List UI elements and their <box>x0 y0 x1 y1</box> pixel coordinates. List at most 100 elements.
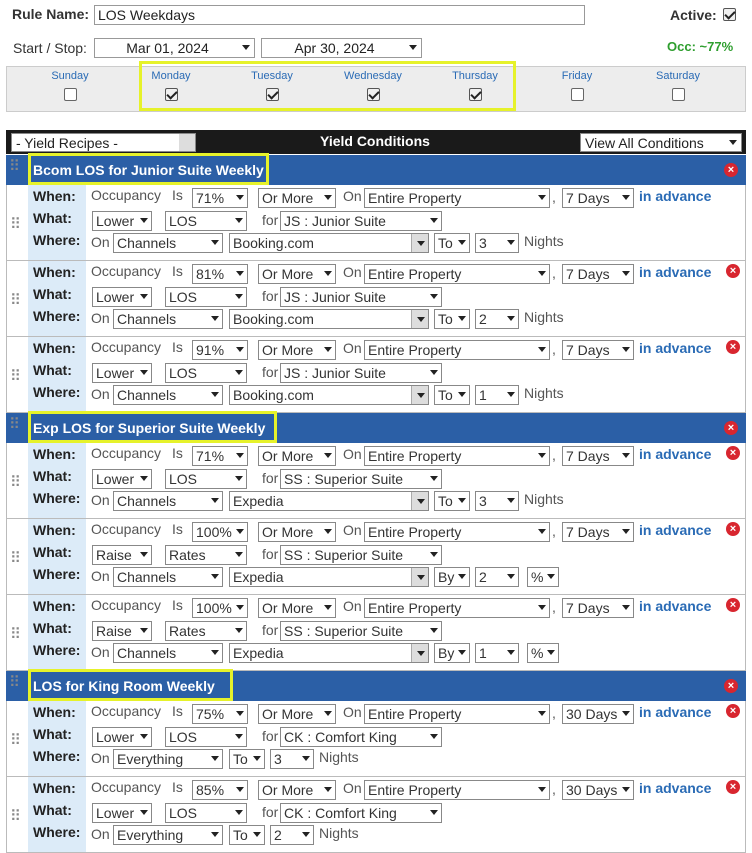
delete-rule-icon[interactable]: × <box>726 522 740 536</box>
scope-select[interactable]: Entire Property <box>364 446 550 466</box>
action-select[interactable]: Raise <box>92 621 152 641</box>
day-checkbox-sunday[interactable] <box>63 88 77 101</box>
day-checkbox-monday[interactable] <box>164 88 178 101</box>
drag-handle-icon[interactable] <box>10 808 22 822</box>
target-select[interactable]: Rates <box>165 545 247 565</box>
mode-select[interactable]: To <box>434 233 470 253</box>
action-select[interactable]: Lower <box>92 803 152 823</box>
channel-select[interactable]: Expedia <box>229 643 429 663</box>
comparison-select[interactable]: Or More <box>258 598 336 618</box>
day-checkbox-saturday[interactable] <box>671 88 685 101</box>
drag-handle-icon[interactable] <box>10 216 22 230</box>
day-checkbox-tuesday[interactable] <box>265 88 279 101</box>
target-select[interactable]: LOS <box>165 363 247 383</box>
scope-select[interactable]: Entire Property <box>364 522 550 542</box>
target-select[interactable]: LOS <box>165 287 247 307</box>
scope-select[interactable]: Entire Property <box>364 340 550 360</box>
delete-rule-icon[interactable]: × <box>726 598 740 612</box>
channel-select[interactable]: Expedia <box>229 567 429 587</box>
channel-select[interactable]: Booking.com <box>229 309 429 329</box>
target-select[interactable]: Rates <box>165 621 247 641</box>
action-select[interactable]: Lower <box>92 727 152 747</box>
amount-select[interactable]: 1 <box>475 385 519 405</box>
amount-select[interactable]: 3 <box>475 233 519 253</box>
target-select[interactable]: LOS <box>165 211 247 231</box>
mode-select[interactable]: To <box>434 491 470 511</box>
where-type-select[interactable]: Everything <box>113 749 223 769</box>
view-conditions-select[interactable]: View All Conditions <box>580 133 742 152</box>
occupancy-select[interactable]: 75% <box>192 704 248 724</box>
mode-select[interactable]: To <box>229 749 265 769</box>
active-checkbox[interactable] <box>723 8 736 21</box>
drag-handle-icon[interactable] <box>10 292 22 306</box>
occupancy-select[interactable]: 100% <box>192 522 248 542</box>
mode-select[interactable]: To <box>434 309 470 329</box>
amount-select[interactable]: 2 <box>270 825 314 845</box>
mode-select[interactable]: By <box>434 567 470 587</box>
occupancy-select[interactable]: 91% <box>192 340 248 360</box>
target-select[interactable]: LOS <box>165 469 247 489</box>
advance-days-select[interactable]: 7 Days <box>562 188 634 208</box>
room-select[interactable]: SS : Superior Suite <box>280 545 442 565</box>
advance-days-select[interactable]: 7 Days <box>562 340 634 360</box>
scope-select[interactable]: Entire Property <box>364 780 550 800</box>
room-select[interactable]: JS : Junior Suite <box>280 287 442 307</box>
scope-select[interactable]: Entire Property <box>364 598 550 618</box>
day-checkbox-friday[interactable] <box>570 88 584 101</box>
room-select[interactable]: JS : Junior Suite <box>280 211 442 231</box>
where-type-select[interactable]: Everything <box>113 825 223 845</box>
room-select[interactable]: CK : Comfort King <box>280 727 442 747</box>
target-select[interactable]: LOS <box>165 727 247 747</box>
amount-select[interactable]: 3 <box>475 491 519 511</box>
amount-select[interactable]: 2 <box>475 309 519 329</box>
room-select[interactable]: SS : Superior Suite <box>280 469 442 489</box>
delete-rule-icon[interactable]: × <box>726 340 740 354</box>
mode-select[interactable]: To <box>434 385 470 405</box>
drag-handle-icon[interactable] <box>9 416 21 430</box>
amount-select[interactable]: 3 <box>270 749 314 769</box>
advance-days-select[interactable]: 7 Days <box>562 598 634 618</box>
drag-handle-icon[interactable] <box>9 674 21 688</box>
occupancy-select[interactable]: 71% <box>192 446 248 466</box>
stop-date-select[interactable]: Apr 30, 2024 <box>261 38 422 58</box>
mode-select[interactable]: To <box>229 825 265 845</box>
drag-handle-icon[interactable] <box>10 474 22 488</box>
unit-select[interactable]: % <box>527 567 559 587</box>
advance-days-select[interactable]: 30 Days <box>562 704 634 724</box>
drag-handle-icon[interactable] <box>10 626 22 640</box>
delete-section-icon[interactable]: × <box>724 421 738 435</box>
drag-handle-icon[interactable] <box>10 732 22 746</box>
advance-days-select[interactable]: 7 Days <box>562 446 634 466</box>
comparison-select[interactable]: Or More <box>258 704 336 724</box>
start-date-select[interactable]: Mar 01, 2024 <box>94 38 255 58</box>
delete-rule-icon[interactable]: × <box>726 704 740 718</box>
room-select[interactable]: JS : Junior Suite <box>280 363 442 383</box>
comparison-select[interactable]: Or More <box>258 188 336 208</box>
where-type-select[interactable]: Channels <box>113 491 223 511</box>
occupancy-select[interactable]: 71% <box>192 188 248 208</box>
where-type-select[interactable]: Channels <box>113 309 223 329</box>
action-select[interactable]: Lower <box>92 211 152 231</box>
advance-days-select[interactable]: 30 Days <box>562 780 634 800</box>
where-type-select[interactable]: Channels <box>113 643 223 663</box>
occupancy-select[interactable]: 100% <box>192 598 248 618</box>
action-select[interactable]: Lower <box>92 363 152 383</box>
room-select[interactable]: CK : Comfort King <box>280 803 442 823</box>
occupancy-select[interactable]: 85% <box>192 780 248 800</box>
occupancy-select[interactable]: 81% <box>192 264 248 284</box>
room-select[interactable]: SS : Superior Suite <box>280 621 442 641</box>
amount-select[interactable]: 1 <box>475 643 519 663</box>
delete-section-icon[interactable]: × <box>724 163 738 177</box>
advance-days-select[interactable]: 7 Days <box>562 522 634 542</box>
delete-rule-icon[interactable]: × <box>726 780 740 794</box>
channel-select[interactable]: Expedia <box>229 491 429 511</box>
comparison-select[interactable]: Or More <box>258 446 336 466</box>
where-type-select[interactable]: Channels <box>113 385 223 405</box>
rule-name-input[interactable]: LOS Weekdays <box>94 5 585 25</box>
drag-handle-icon[interactable] <box>9 158 21 172</box>
scope-select[interactable]: Entire Property <box>364 264 550 284</box>
scope-select[interactable]: Entire Property <box>364 704 550 724</box>
channel-select[interactable]: Booking.com <box>229 233 429 253</box>
comparison-select[interactable]: Or More <box>258 340 336 360</box>
comparison-select[interactable]: Or More <box>258 522 336 542</box>
